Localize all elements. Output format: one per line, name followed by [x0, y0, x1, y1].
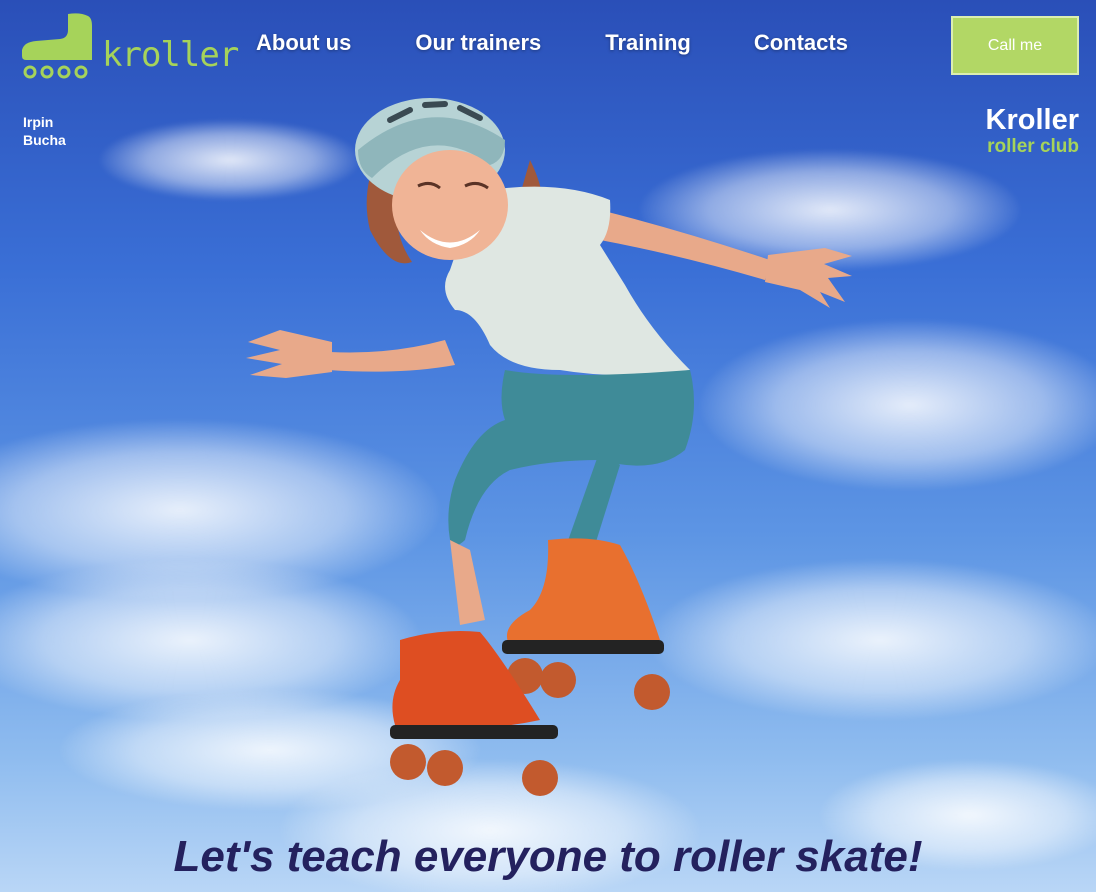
- logo[interactable]: kroller: [22, 12, 239, 80]
- hero-skater-image: [246, 98, 852, 796]
- logo-text: kroller: [102, 35, 239, 75]
- brand-block: Kroller roller club: [986, 104, 1079, 158]
- city-list: Irpin Bucha: [23, 113, 66, 149]
- nav-contacts[interactable]: Contacts: [754, 30, 848, 56]
- city-irpin: Irpin: [23, 114, 54, 130]
- brand-name: Kroller: [985, 104, 1079, 136]
- brand-subtitle: roller club: [987, 136, 1079, 157]
- call-me-button[interactable]: Call me: [951, 16, 1079, 75]
- nav-training[interactable]: Training: [605, 30, 691, 56]
- main-nav: About us Our trainers Training Contacts: [256, 30, 848, 56]
- hero-page: kroller About us Our trainers Training C…: [0, 0, 1096, 892]
- roller-skate-icon: [22, 13, 92, 79]
- hero-tagline: Let's teach everyone to roller skate!: [173, 832, 923, 881]
- nav-our-trainers[interactable]: Our trainers: [415, 30, 541, 56]
- nav-about-us[interactable]: About us: [256, 30, 351, 56]
- city-bucha: Bucha: [23, 132, 66, 148]
